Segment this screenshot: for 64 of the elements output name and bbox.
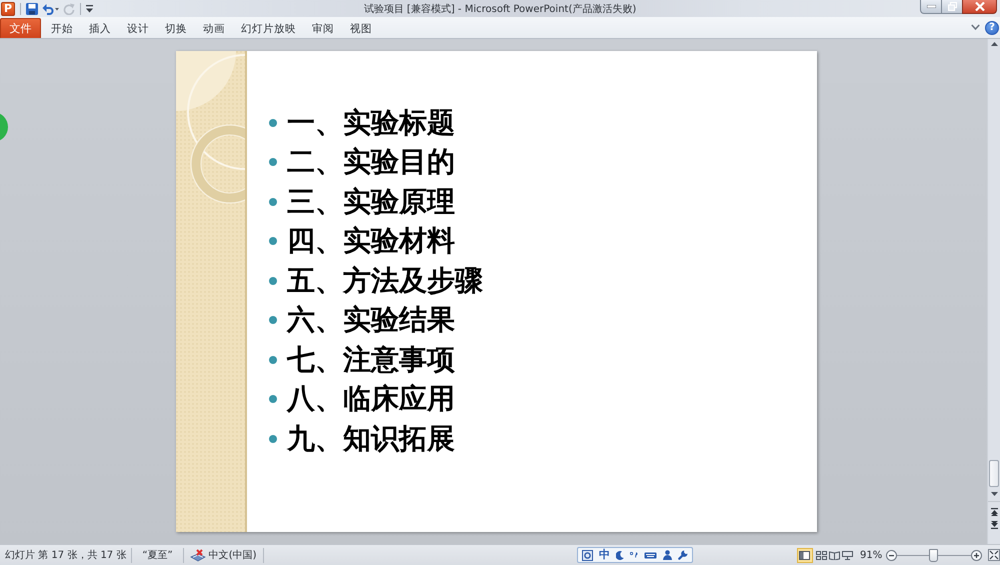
- wrench-icon[interactable]: [678, 550, 688, 560]
- normal-view-button[interactable]: [797, 548, 813, 562]
- bullet-text: 一、实验标题: [287, 106, 455, 139]
- bullet-text: 三、实验原理: [287, 186, 455, 218]
- bullet-text: 六、实验结果: [287, 304, 455, 336]
- bullet-icon: [269, 198, 277, 206]
- punctuation-icon[interactable]: [630, 552, 638, 558]
- close-button[interactable]: [962, 0, 997, 14]
- ribbon-tab[interactable]: 设计: [119, 18, 157, 38]
- restore-icon: [948, 2, 956, 11]
- theme-name[interactable]: “夏至”: [132, 548, 183, 562]
- close-icon: [974, 2, 984, 11]
- bullet-icon: [269, 118, 277, 127]
- bullet-icon: [269, 158, 277, 166]
- bullet-text: 九、知识拓展: [287, 422, 455, 455]
- ribbon-tab[interactable]: 幻灯片放映: [233, 18, 304, 38]
- bullet-text: 二、实验目的: [287, 146, 455, 178]
- scroll-down-icon[interactable]: [990, 492, 998, 496]
- keyboard-icon[interactable]: [644, 552, 657, 558]
- normal-view-icon: [799, 550, 810, 560]
- bullet-text: 七、注意事项: [287, 344, 455, 376]
- zoom-in-icon[interactable]: [971, 550, 982, 560]
- undo-icon[interactable]: [42, 2, 59, 14]
- ribbon-tab[interactable]: 动画: [195, 18, 233, 38]
- crescent-icon[interactable]: [616, 550, 624, 560]
- ribbon-tab[interactable]: 插入: [81, 18, 119, 38]
- minimize-icon: [926, 5, 936, 8]
- zoom-out-icon[interactable]: [886, 550, 898, 560]
- person-icon[interactable]: [663, 550, 672, 560]
- bullet-icon: [269, 395, 277, 404]
- slide-count-text: 幻灯片 第 17 张，共 17 张: [4, 548, 128, 562]
- bullet-icon: [269, 356, 277, 364]
- next-slide-icon[interactable]: [990, 521, 998, 529]
- ime-mode-toggle[interactable]: 中: [599, 549, 610, 561]
- ribbon-tab[interactable]: 开始: [43, 18, 81, 38]
- spellcheck-icon[interactable]: [190, 548, 206, 562]
- ime-logo-icon[interactable]: [582, 550, 593, 560]
- bullet-icon: [269, 316, 277, 324]
- scroll-up-icon[interactable]: [990, 42, 998, 46]
- zoom-slider-thumb[interactable]: [928, 549, 938, 562]
- file-tab[interactable]: 文件: [0, 18, 41, 38]
- bullet-icon: [269, 237, 277, 246]
- bullet-icon: [269, 434, 277, 443]
- bullet-text: 四、实验材料: [287, 225, 455, 258]
- chevron-icon[interactable]: [971, 24, 980, 31]
- save-icon[interactable]: [26, 2, 38, 14]
- window-title: 试验项目 [兼容模式] - Microsoft PowerPoint(产品激活失败): [364, 2, 636, 16]
- minimize-button[interactable]: [920, 0, 941, 14]
- fit-to-window-icon[interactable]: [988, 549, 1000, 561]
- bullet-icon: [269, 276, 277, 285]
- restore-button[interactable]: [941, 0, 962, 14]
- bullet-text: 五、方法及步骤: [287, 264, 483, 297]
- dropdown-icon[interactable]: [86, 4, 93, 12]
- previous-slide-icon[interactable]: [990, 508, 998, 516]
- book-icon: [828, 550, 840, 560]
- scrollbar-thumb[interactable]: [989, 460, 999, 487]
- language-text[interactable]: 中文(中国): [206, 548, 263, 562]
- ribbon-tab[interactable]: 审阅: [304, 18, 342, 38]
- ribbon-tab[interactable]: 切换: [157, 18, 195, 38]
- grid-view-icon: [816, 550, 827, 560]
- ribbon-tab[interactable]: 视图: [342, 18, 380, 38]
- projector-screen-icon: [842, 550, 853, 560]
- zoom-percentage[interactable]: 91%: [854, 550, 886, 560]
- bullet-text: 八、临床应用: [287, 383, 455, 416]
